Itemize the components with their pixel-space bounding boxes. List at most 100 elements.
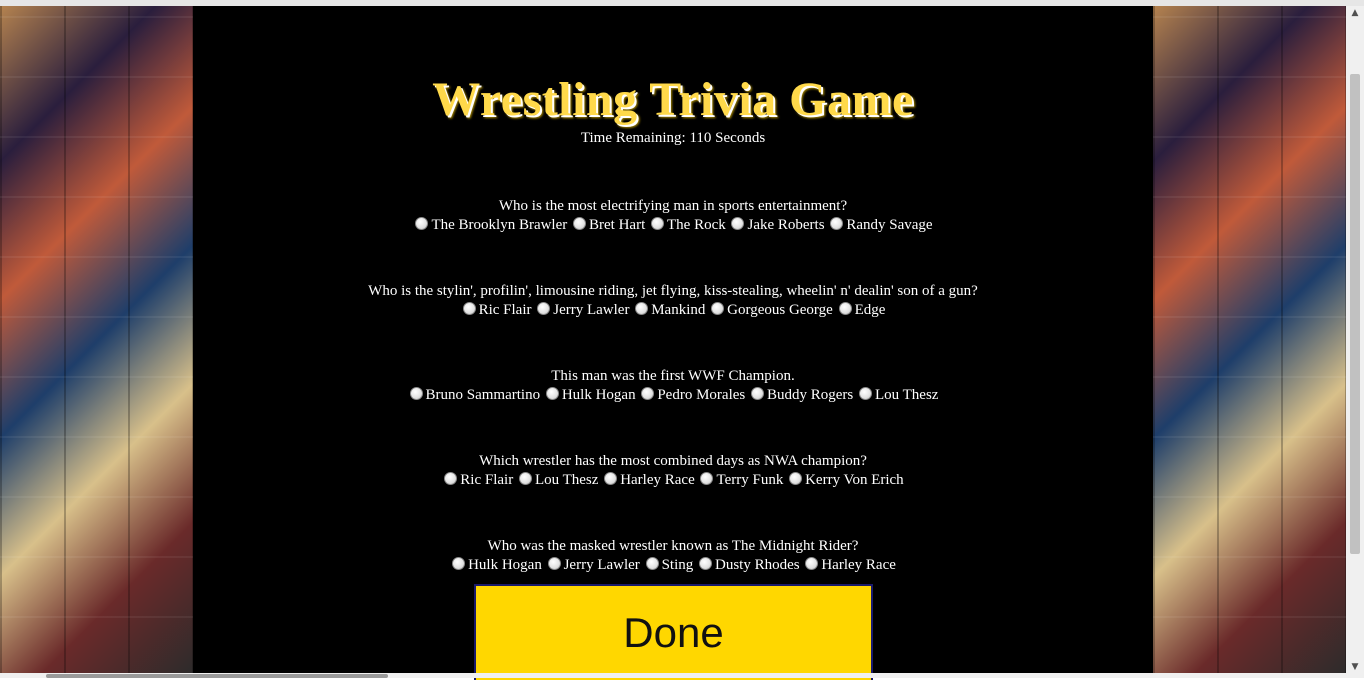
- page-title: Wrestling Trivia Game: [432, 73, 914, 126]
- answer-label: Mankind: [651, 302, 706, 318]
- radio-button[interactable]: [859, 387, 872, 400]
- radio-button[interactable]: [537, 302, 551, 315]
- answer-option[interactable]: Mankind: [633, 301, 705, 320]
- scrollbar-thumb[interactable]: [1350, 74, 1360, 554]
- answer-label: Pedro Morales: [657, 387, 746, 403]
- question-4: Which wrestler has the most combined day…: [193, 452, 1153, 490]
- left-collage-background: [0, 6, 193, 678]
- radio-button[interactable]: [731, 217, 745, 230]
- radio-button[interactable]: [452, 557, 466, 570]
- answer-option[interactable]: Randy Savage: [828, 216, 933, 235]
- question-text: Which wrestler has the most combined day…: [479, 453, 867, 469]
- answer-option[interactable]: Lou Thesz: [517, 471, 598, 490]
- answer-label: Jerry Lawler: [553, 302, 630, 318]
- answer-option[interactable]: Terry Funk: [698, 471, 783, 490]
- horizontal-scrollbar-thumb[interactable]: [46, 674, 388, 678]
- answer-label: Hulk Hogan: [468, 557, 542, 573]
- answer-option[interactable]: Dusty Rhodes: [697, 556, 800, 575]
- answer-options: Ric Flair Jerry Lawler Mankind Gorgeous …: [193, 301, 1153, 320]
- answer-option[interactable]: Ric Flair: [442, 471, 513, 490]
- radio-button[interactable]: [635, 302, 649, 315]
- time-remaining: Time Remaining: 110 Seconds: [580, 130, 766, 146]
- right-collage-background: [1153, 6, 1346, 678]
- question-text: Who is the most electrifying man in spor…: [498, 198, 848, 214]
- answer-label: Bruno Sammartino: [425, 387, 541, 403]
- answer-option[interactable]: Pedro Morales: [639, 386, 745, 405]
- radio-button[interactable]: [444, 472, 458, 485]
- radio-button[interactable]: [641, 387, 655, 400]
- radio-button[interactable]: [409, 387, 423, 400]
- answer-label: Dusty Rhodes: [715, 557, 800, 573]
- answer-label: Jerry Lawler: [563, 557, 640, 573]
- answer-label: Buddy Rogers: [767, 387, 854, 403]
- vertical-scrollbar[interactable]: ▲ ▼: [1346, 6, 1364, 678]
- radio-button[interactable]: [604, 472, 618, 485]
- radio-button[interactable]: [838, 302, 852, 315]
- scroll-up-arrow-icon[interactable]: ▲: [1350, 8, 1360, 18]
- radio-button[interactable]: [651, 217, 664, 230]
- answer-label: Bret Hart: [589, 217, 646, 233]
- radio-button[interactable]: [711, 302, 725, 315]
- answer-option[interactable]: Gorgeous George: [709, 301, 833, 320]
- answer-options: Ric Flair Lou Thesz Harley Race Terry Fu…: [193, 471, 1153, 490]
- answer-options: The Brooklyn Brawler Bret Hart The Rock …: [193, 216, 1153, 235]
- horizontal-scrollbar[interactable]: [0, 673, 1346, 678]
- radio-button[interactable]: [415, 217, 429, 230]
- radio-button[interactable]: [789, 472, 803, 485]
- radio-button[interactable]: [518, 472, 532, 485]
- done-button[interactable]: Done: [474, 584, 873, 680]
- radio-button[interactable]: [547, 557, 561, 570]
- answer-option[interactable]: Sting: [644, 556, 694, 575]
- answer-option[interactable]: Lou Thesz: [857, 386, 938, 405]
- answer-option[interactable]: The Rock: [649, 216, 726, 235]
- answer-option[interactable]: Hulk Hogan: [450, 556, 542, 575]
- answer-label: Edge: [854, 302, 886, 318]
- answer-option[interactable]: Jake Roberts: [729, 216, 825, 235]
- answer-label: The Rock: [667, 217, 726, 233]
- question-5: Who was the masked wrestler known as The…: [193, 537, 1153, 575]
- answer-label: Harley Race: [821, 557, 896, 573]
- answer-label: Lou Thesz: [875, 387, 939, 403]
- radio-button[interactable]: [700, 472, 714, 485]
- answer-option[interactable]: The Brooklyn Brawler: [413, 216, 567, 235]
- trivia-panel: Wrestling Trivia Game Time Remaining: 11…: [193, 6, 1153, 680]
- answer-options: Bruno Sammartino Hulk Hogan Pedro Morale…: [193, 386, 1153, 405]
- answer-option[interactable]: Buddy Rogers: [749, 386, 853, 405]
- answer-option[interactable]: Hulk Hogan: [544, 386, 636, 405]
- answer-label: Sting: [661, 557, 694, 573]
- question-3: This man was the first WWF Champion. Bru…: [193, 367, 1153, 405]
- radio-button[interactable]: [805, 557, 819, 570]
- answer-label: Harley Race: [620, 472, 695, 488]
- answer-option[interactable]: Edge: [837, 301, 886, 320]
- question-1: Who is the most electrifying man in spor…: [193, 197, 1153, 235]
- answer-label: Hulk Hogan: [561, 387, 636, 403]
- radio-button[interactable]: [751, 387, 764, 400]
- radio-button[interactable]: [462, 302, 476, 315]
- radio-button[interactable]: [573, 217, 587, 230]
- question-text: This man was the first WWF Champion.: [551, 368, 795, 384]
- answer-option[interactable]: Harley Race: [602, 471, 695, 490]
- answer-option[interactable]: Harley Race: [803, 556, 896, 575]
- answer-options: Hulk Hogan Jerry Lawler Sting Dusty Rhod…: [193, 556, 1153, 575]
- question-2: Who is the stylin', profilin', limousine…: [193, 282, 1153, 320]
- radio-button[interactable]: [545, 387, 559, 400]
- answer-option[interactable]: Jerry Lawler: [535, 301, 629, 320]
- answer-option[interactable]: Ric Flair: [461, 301, 532, 320]
- answer-option[interactable]: Bret Hart: [571, 216, 645, 235]
- answer-label: Ric Flair: [478, 302, 532, 318]
- answer-label: The Brooklyn Brawler: [431, 217, 568, 233]
- answer-label: Ric Flair: [460, 472, 514, 488]
- answer-option[interactable]: Kerry Von Erich: [787, 471, 904, 490]
- radio-button[interactable]: [830, 217, 844, 230]
- question-text: Who was the masked wrestler known as The…: [487, 538, 859, 554]
- answer-label: Randy Savage: [846, 217, 933, 233]
- scroll-down-arrow-icon[interactable]: ▼: [1350, 662, 1360, 672]
- answer-label: Kerry Von Erich: [805, 472, 904, 488]
- radio-button[interactable]: [645, 557, 659, 570]
- answer-label: Terry Funk: [716, 472, 784, 488]
- answer-label: Gorgeous George: [727, 302, 833, 318]
- radio-button[interactable]: [699, 557, 712, 570]
- answer-option[interactable]: Bruno Sammartino: [408, 386, 541, 405]
- question-text: Who is the stylin', profilin', limousine…: [368, 283, 978, 299]
- answer-option[interactable]: Jerry Lawler: [546, 556, 640, 575]
